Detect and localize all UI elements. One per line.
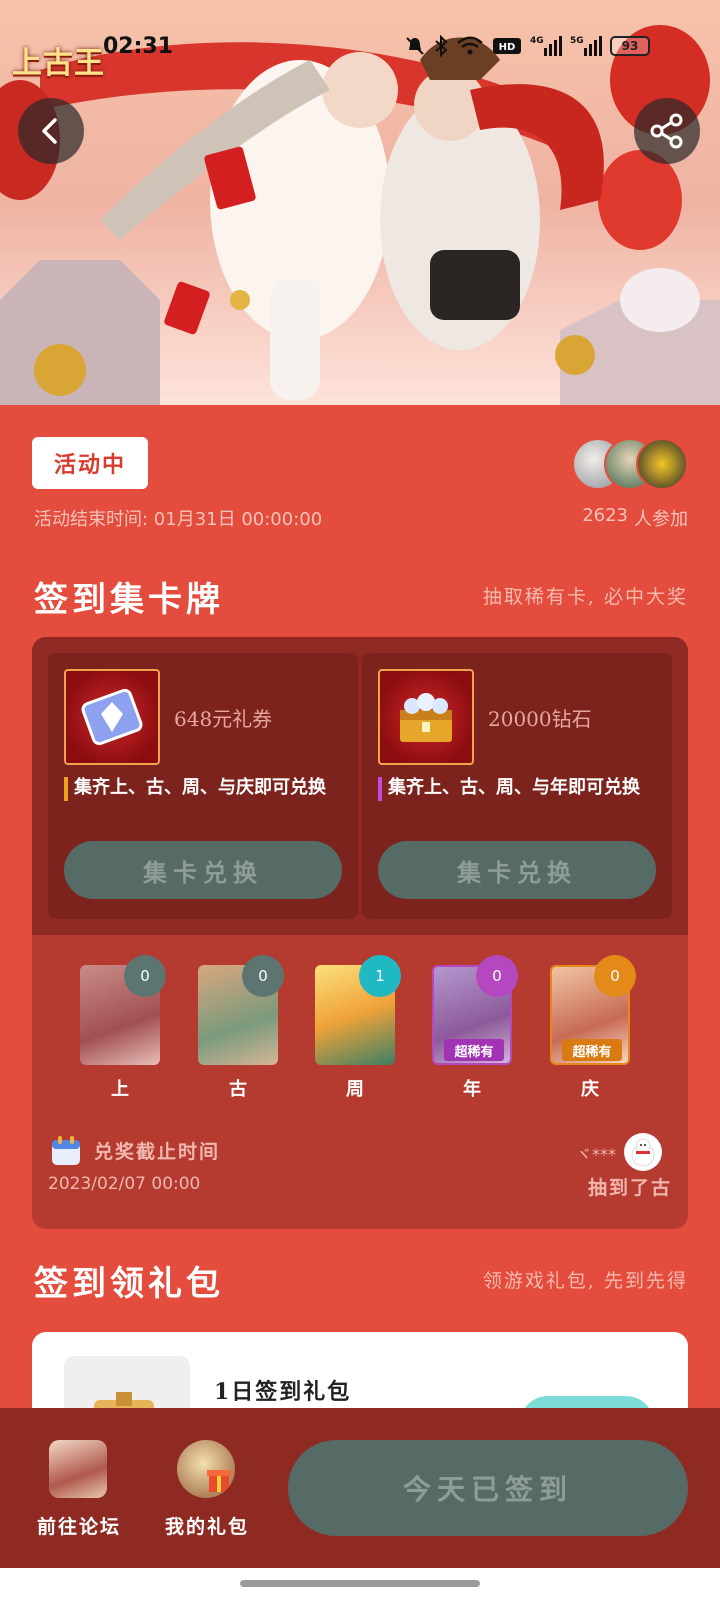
- participant-avatars: [572, 438, 690, 490]
- bluetooth-icon: [435, 35, 448, 57]
- back-button[interactable]: [18, 98, 84, 164]
- signal-4g-icon: 4G: [530, 36, 562, 56]
- status-time: 02:31: [103, 34, 174, 59]
- diamond-ticket-icon: [81, 688, 143, 746]
- redeem-cards-button[interactable]: 集卡兑换: [64, 841, 342, 899]
- collect-section-title: 签到集卡牌: [34, 580, 224, 620]
- reward-description: 集齐上、古、周、与年即可兑换: [388, 777, 640, 798]
- chevron-left-icon: [42, 118, 57, 144]
- signal-5g-icon: 5G: [570, 36, 602, 56]
- rewards-area: 648元礼券 集齐上、古、周、与庆即可兑换 集卡兑换 20000钻石 集齐上、古…: [32, 637, 688, 935]
- redeem-deadline-date: 2023/02/07 00:00: [48, 1174, 201, 1194]
- 4g-label: 4G: [530, 36, 544, 46]
- reward-name: 20000钻石: [488, 707, 592, 731]
- gift-section-subtitle: 领游戏礼包, 先到先得: [482, 1270, 688, 1292]
- winner-name: ヾ***: [576, 1145, 617, 1164]
- redeem-cards-button[interactable]: 集卡兑换: [378, 841, 656, 899]
- participants-suffix: 人参加: [634, 509, 688, 530]
- diamond-chest-image: [378, 669, 474, 765]
- game-logo: 上古王: [12, 46, 105, 81]
- wifi-icon: [457, 36, 483, 55]
- reward-accent-bar: [378, 777, 382, 801]
- checked-in-today-button[interactable]: 今天已签到: [288, 1440, 688, 1536]
- coupon-image: [64, 669, 160, 765]
- reward-item-coupon: 648元礼券 集齐上、古、周、与庆即可兑换 集卡兑换: [48, 653, 358, 919]
- share-icon: [650, 113, 683, 149]
- card-label: 古: [229, 1079, 247, 1100]
- avatar: [636, 438, 688, 490]
- collect-card-panel: 648元礼券 集齐上、古、周、与庆即可兑换 集卡兑换 20000钻石 集齐上、古…: [32, 637, 688, 1229]
- winner-avatar: [624, 1133, 662, 1171]
- bottom-action-bar: 前往论坛 我的礼包 今天已签到: [0, 1408, 720, 1568]
- activity-end-time: 活动结束时间: 01月31日 00:00:00: [34, 509, 323, 530]
- hd-label: HD: [499, 42, 516, 53]
- forum-icon: [49, 1440, 107, 1498]
- share-button[interactable]: [634, 98, 700, 164]
- treasure-chest-icon: [400, 693, 452, 742]
- participants-number: 2623: [582, 505, 628, 526]
- activity-status-badge: 活动中: [32, 437, 148, 489]
- card-count-badge: 0: [476, 955, 518, 997]
- collect-section-subtitle: 抽取稀有卡, 必中大奖: [482, 586, 688, 608]
- status-icons: HD 4G 5G 93: [404, 34, 650, 58]
- card-count-badge: 0: [594, 955, 636, 997]
- mute-bell-icon: [406, 37, 424, 55]
- winner-result: 抽到了古: [587, 1177, 672, 1199]
- card-label: 年: [463, 1079, 481, 1100]
- calendar-icon: [52, 1136, 80, 1165]
- gift-title: 1日签到礼包: [214, 1379, 352, 1405]
- battery-icon: 93: [610, 36, 650, 56]
- battery-level: 93: [621, 39, 639, 53]
- reward-item-diamonds: 20000钻石 集齐上、古、周、与年即可兑换 集卡兑换: [362, 653, 672, 919]
- my-gifts-label: 我的礼包: [164, 1516, 249, 1538]
- reward-description: 集齐上、古、周、与庆即可兑换: [74, 777, 326, 798]
- snowman-icon: [631, 1138, 655, 1167]
- reward-accent-bar: [64, 777, 68, 801]
- system-nav-area: [0, 1568, 720, 1600]
- redeem-deadline-label: 兑奖截止时间: [94, 1141, 221, 1163]
- gift-box-icon: [177, 1440, 235, 1498]
- gift-section-title: 签到领礼包: [34, 1264, 224, 1304]
- super-rare-tag: 超稀有: [562, 1039, 622, 1061]
- 5g-label: 5G: [570, 36, 584, 46]
- hd-icon: HD: [493, 38, 521, 54]
- status-bar: 上古王 02:31 HD 4G 5G 93: [0, 28, 720, 81]
- card-count-badge: 1: [359, 955, 401, 997]
- card-collection-row: 0 上 0 古 1 周 超稀有 0 年 超稀有 0 庆: [32, 955, 688, 1105]
- card-label: 周: [346, 1079, 364, 1100]
- card-count-badge: 0: [124, 955, 166, 997]
- reward-name: 648元礼券: [174, 707, 273, 731]
- super-rare-tag: 超稀有: [444, 1039, 504, 1061]
- hero-banner: 上古王 02:31 HD 4G 5G 93: [0, 0, 720, 405]
- forum-label: 前往论坛: [36, 1516, 121, 1538]
- gift-box-graphic: [207, 1470, 231, 1492]
- home-indicator[interactable]: [240, 1580, 480, 1587]
- card-label: 上: [111, 1079, 129, 1100]
- card-count-badge: 0: [242, 955, 284, 997]
- participants-count: 2623 人参加: [582, 505, 688, 531]
- card-label: 庆: [581, 1079, 599, 1100]
